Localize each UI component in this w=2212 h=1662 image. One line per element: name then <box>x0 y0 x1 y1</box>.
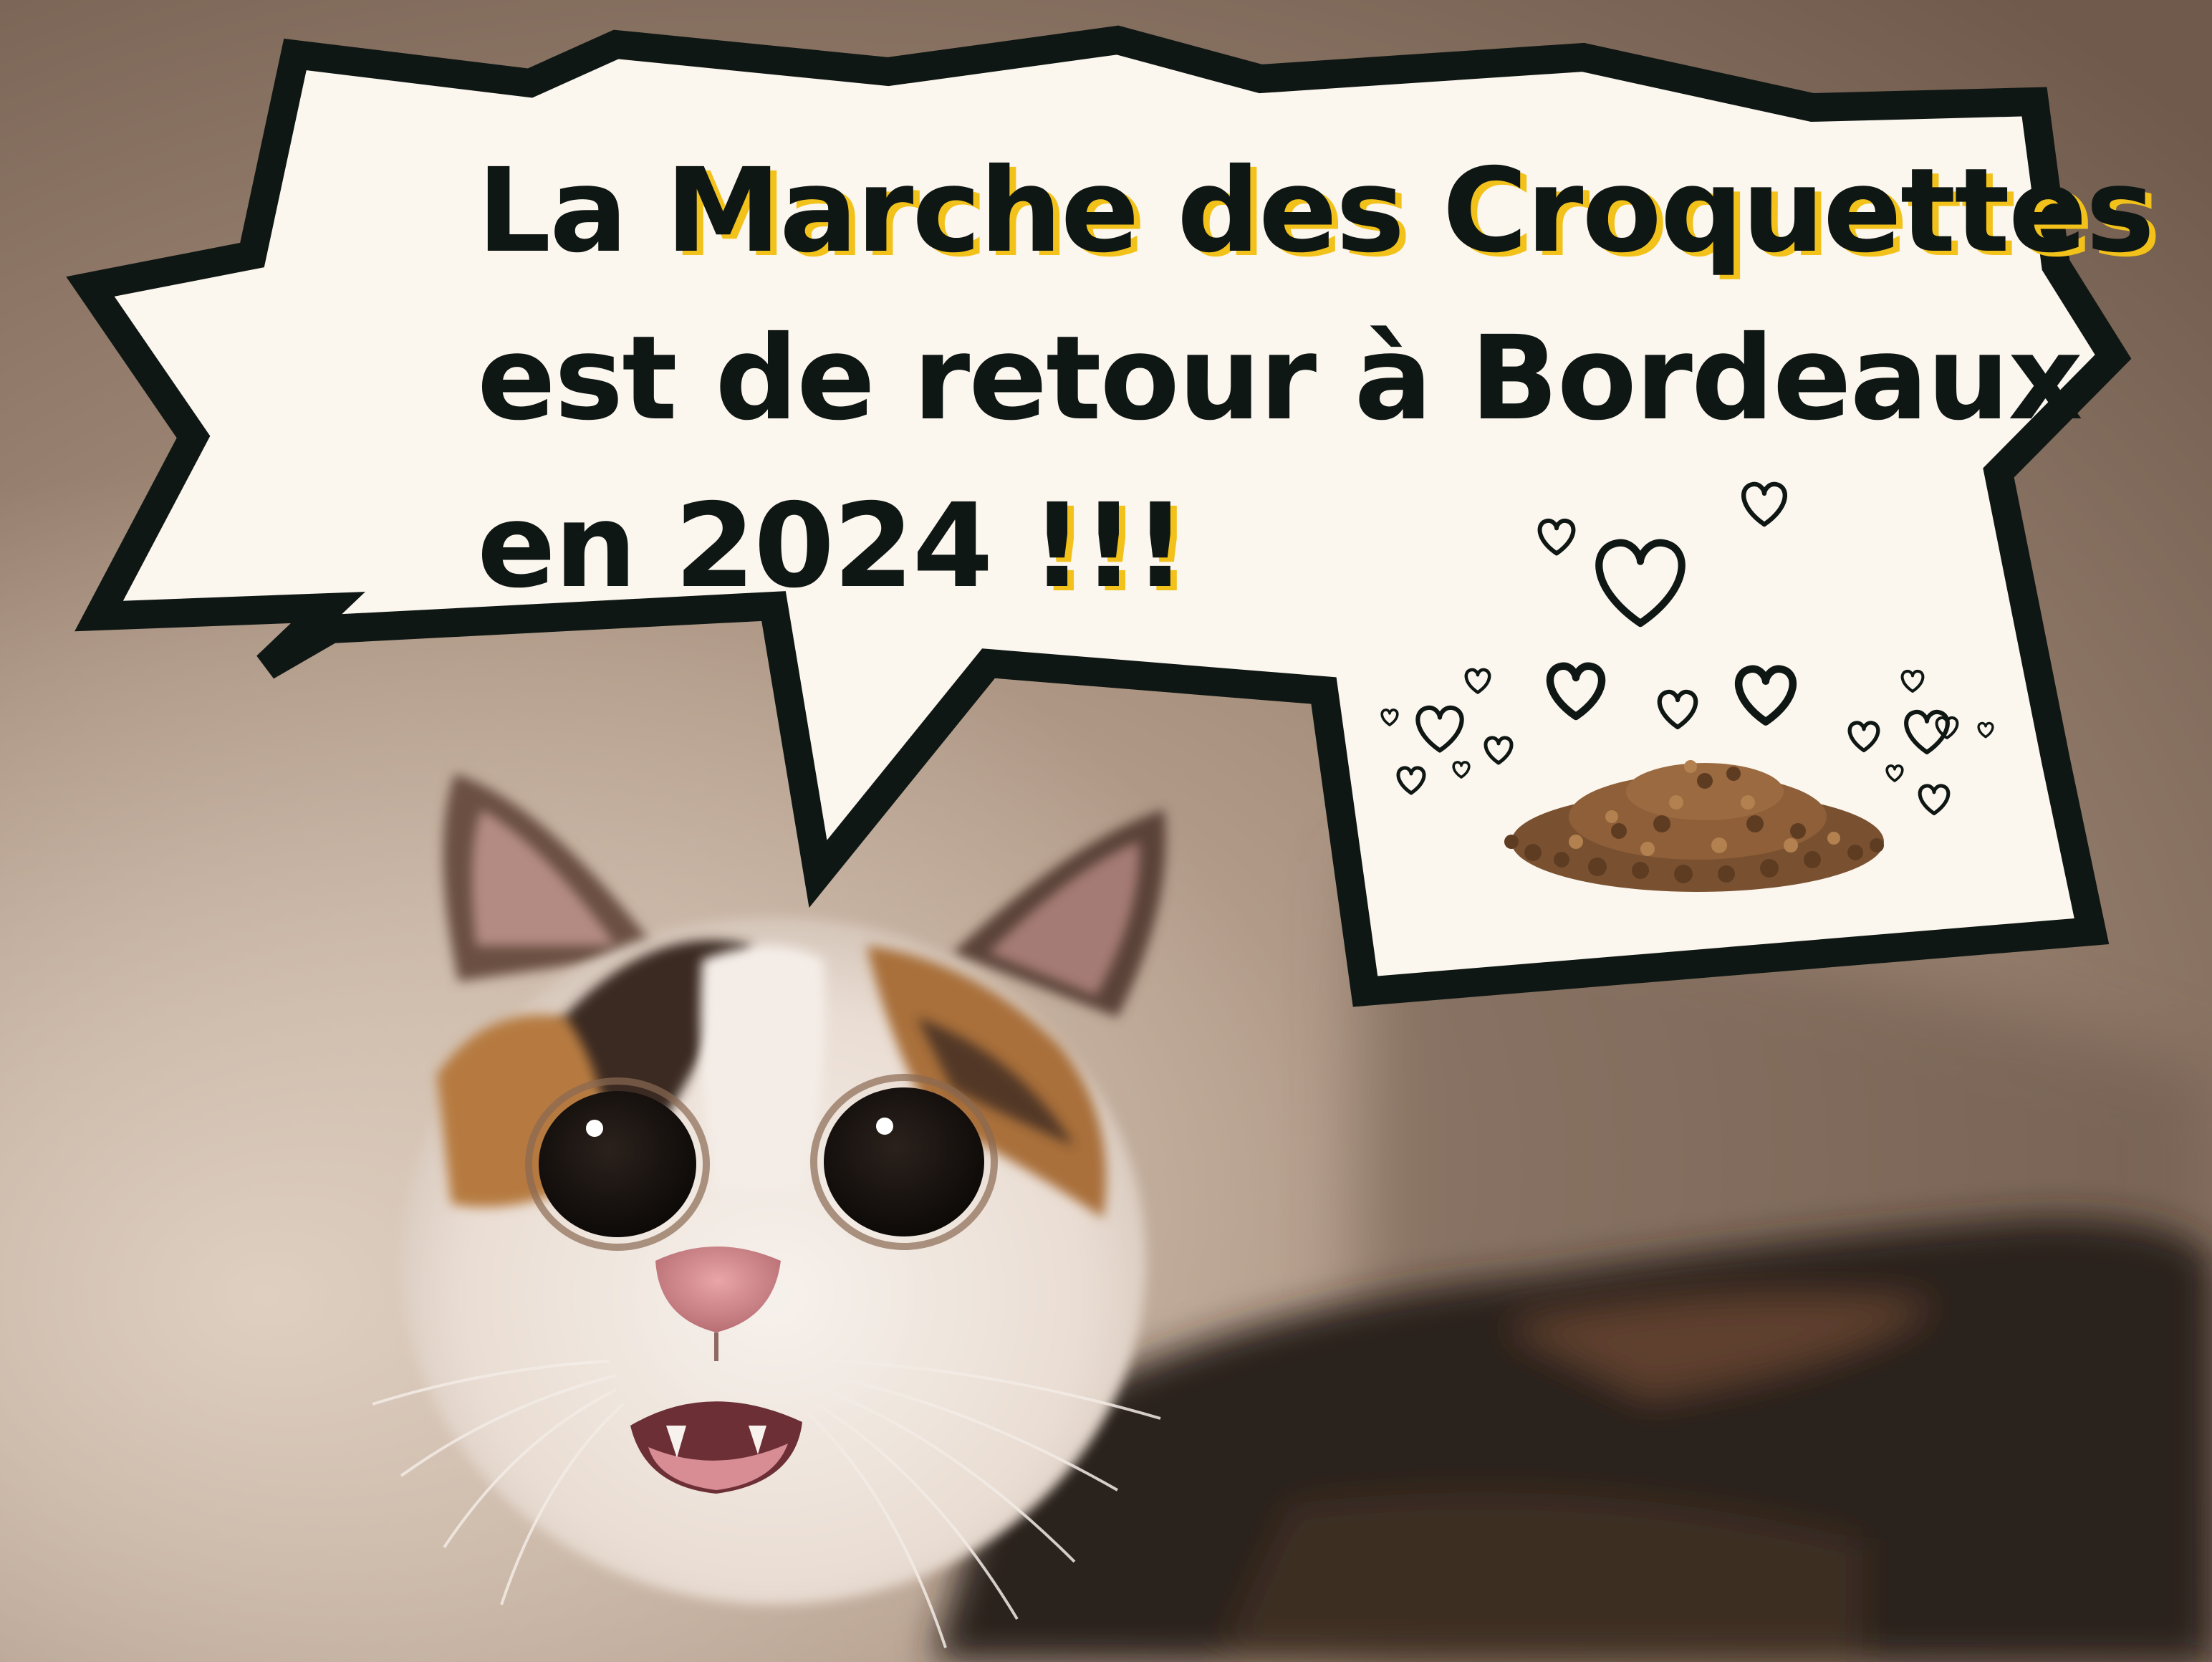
exclamation-highlight: !!! <box>1030 479 1187 614</box>
headline: La Marche des Croquettes est de retour à… <box>477 128 2155 630</box>
headline-line-3: en 2024 !!! <box>477 463 1981 630</box>
headline-line-1-prefix: La <box>477 144 665 279</box>
event-name-highlight: Marche des Croquettes <box>665 144 2155 279</box>
headline-line-2: est de retour à Bordeaux <box>477 312 2083 446</box>
cat-left-eye <box>539 1091 696 1237</box>
headline-line-3-prefix: en 2024 <box>477 479 1031 614</box>
headline-line-1: La Marche des Croquettes <box>477 128 2155 295</box>
cat-right-eye <box>824 1087 984 1236</box>
